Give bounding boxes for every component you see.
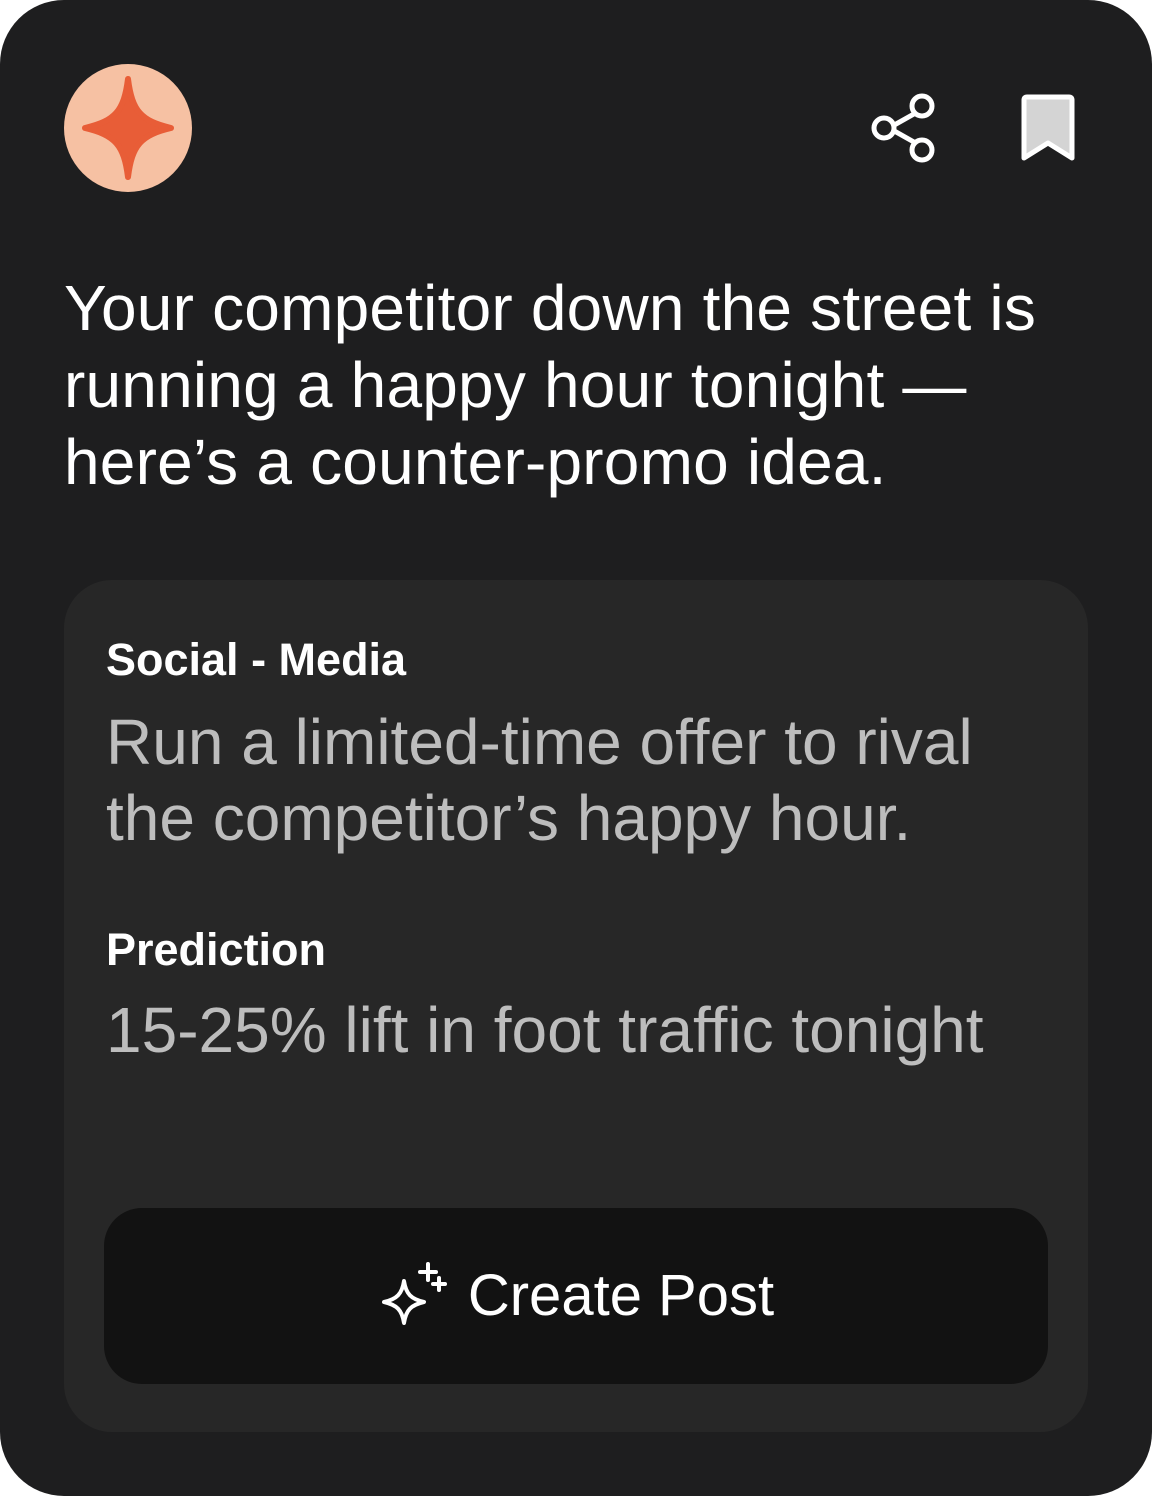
assistant-avatar bbox=[64, 64, 192, 192]
category-label: Social - Media bbox=[106, 634, 407, 685]
create-post-button[interactable]: Create Post bbox=[104, 1208, 1048, 1384]
suggestion-panel: Social - Media Run a limited-time offer … bbox=[64, 580, 1088, 1432]
prediction-text: 15-25% lift in foot traffic tonight bbox=[106, 994, 984, 1066]
share-icon bbox=[871, 93, 935, 163]
bookmark-icon bbox=[1021, 94, 1075, 161]
insight-card: Your competitor down the street is runni… bbox=[0, 0, 1152, 1496]
bookmark-button[interactable] bbox=[1008, 88, 1088, 168]
category-text: Run a limited-time offer to rival the co… bbox=[106, 706, 973, 854]
headline: Your competitor down the street is runni… bbox=[64, 272, 1037, 498]
sparkle-star-icon bbox=[82, 76, 174, 180]
share-button[interactable] bbox=[864, 88, 944, 168]
sparkles-icon bbox=[378, 1261, 448, 1331]
create-post-label: Create Post bbox=[467, 1263, 775, 1328]
prediction-label: Prediction bbox=[106, 924, 327, 975]
